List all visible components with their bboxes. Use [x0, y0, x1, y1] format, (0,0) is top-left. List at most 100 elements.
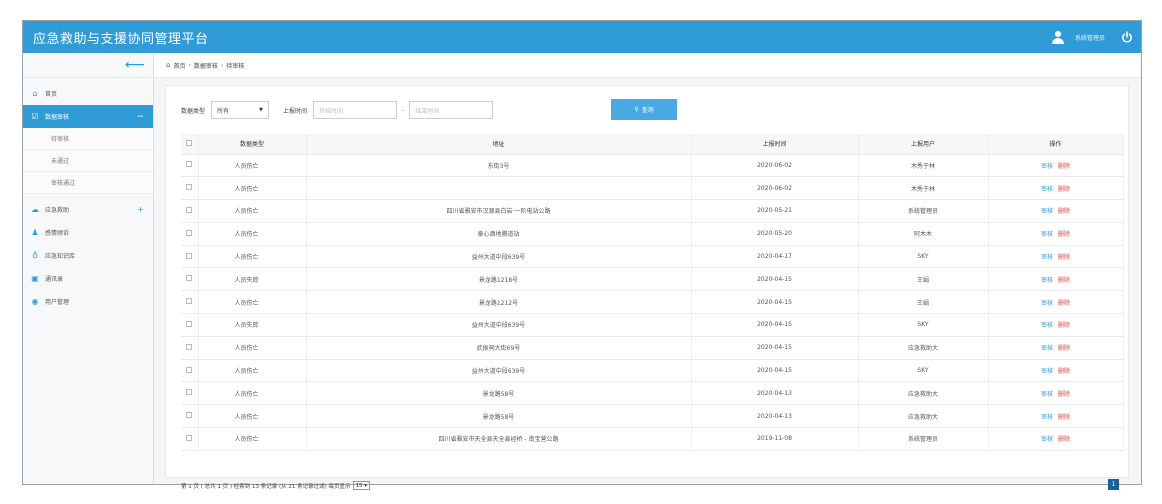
sidebar-item-data-review[interactable]: ☑ 数据审核 −	[23, 105, 153, 128]
delete-link[interactable]: 删除	[1058, 300, 1070, 307]
row-checkbox[interactable]	[181, 199, 199, 223]
cell-user: 王娟	[858, 290, 989, 315]
breadcrumb-home-icon: ⌂	[166, 61, 171, 69]
column-header-address[interactable]: 地址	[306, 134, 692, 155]
cell-type: 人员伤亡	[198, 290, 307, 315]
table-row: 人员失踪 益州大道中段639号 2020-04-15 SKY 审核 删除	[181, 313, 1124, 337]
expand-plus-icon[interactable]: +	[137, 205, 144, 214]
sidebar-item-label: 通讯录	[45, 276, 64, 283]
audit-link[interactable]: 审核	[1041, 208, 1053, 215]
audit-link[interactable]: 审核	[1041, 231, 1053, 238]
cell-type: 人员伤亡	[198, 381, 307, 406]
delete-link[interactable]: 删除	[1058, 322, 1070, 329]
cell-address: 武侯祠大街69号	[306, 336, 692, 360]
review-table: 数据类型 地址 上报时间 上报用户 操作 人员伤亡 东街3号 2020-06-02 木…	[181, 134, 1124, 451]
breadcrumb-home[interactable]: 首页	[173, 61, 185, 70]
sidebar-subitem-approved[interactable]: 审核通过	[23, 172, 153, 194]
table-row: 人员伤亡 景龙路58号 2020-04-13 应急救助大 审核 删除	[181, 381, 1124, 406]
search-icon: ⚲	[634, 106, 639, 113]
start-date-input[interactable]: 开始时间	[313, 101, 398, 119]
delete-link[interactable]: 删除	[1058, 414, 1070, 421]
audit-link[interactable]: 审核	[1041, 186, 1053, 193]
row-checkbox[interactable]	[181, 154, 199, 178]
audit-link[interactable]: 审核	[1041, 345, 1053, 352]
sidebar-item-label: 应急救助	[45, 207, 70, 214]
row-checkbox[interactable]	[181, 267, 199, 292]
cell-address: 益州大道中段639号	[306, 359, 692, 383]
breadcrumb-current: 待审核	[226, 62, 245, 70]
audit-link[interactable]: 审核	[1041, 414, 1053, 421]
row-checkbox[interactable]	[181, 222, 199, 246]
cell-user: 木秀于林	[858, 176, 989, 201]
table-row: 人员伤亡 景龙路1212号 2020-04-15 王娟 审核 删除	[181, 290, 1124, 315]
audit-link[interactable]: 审核	[1041, 254, 1053, 261]
delete-link[interactable]: 删除	[1058, 231, 1070, 238]
column-header-actions: 操作	[988, 134, 1124, 155]
cell-address: 四川省雅安市天全县天全县经桥 - 南宝营公路	[306, 427, 692, 451]
delete-link[interactable]: 删除	[1058, 391, 1070, 398]
delete-link[interactable]: 删除	[1058, 186, 1070, 193]
delete-link[interactable]: 删除	[1058, 368, 1070, 375]
row-checkbox[interactable]	[181, 313, 199, 337]
delete-link[interactable]: 删除	[1058, 254, 1070, 261]
delete-link[interactable]: 删除	[1058, 208, 1070, 215]
report-time-label: 上报时间	[283, 107, 308, 115]
row-checkbox[interactable]	[181, 404, 199, 429]
cell-address: 四川省雅安市汉源县白岩·一阶电站公路	[306, 199, 692, 223]
audit-link[interactable]: 审核	[1041, 277, 1053, 284]
cell-type: 人员伤亡	[198, 427, 307, 451]
column-header-user[interactable]: 上报用户	[858, 134, 989, 155]
audit-link[interactable]: 审核	[1041, 163, 1053, 170]
table-row: 人员伤亡 武侯祠大街69号 2020-04-15 应急救助大 审核 删除	[181, 336, 1124, 360]
sidebar-item-knowledge-base[interactable]: ♁ 应急知识库	[23, 244, 153, 267]
select-all-checkbox[interactable]	[181, 134, 199, 155]
audit-link[interactable]: 审核	[1041, 322, 1053, 329]
breadcrumb-level1[interactable]: 数据审核	[194, 61, 218, 70]
row-checkbox[interactable]	[181, 290, 199, 315]
delete-link[interactable]: 删除	[1058, 163, 1070, 170]
data-type-select[interactable]: 所有 ▼	[211, 101, 270, 119]
audit-link[interactable]: 审核	[1041, 436, 1053, 443]
user-circle-icon: ◉	[31, 297, 39, 306]
sidebar-item-user-management[interactable]: ◉ 用户管理	[23, 290, 153, 313]
row-checkbox[interactable]	[181, 336, 199, 360]
table-header-row: 数据类型 地址 上报时间 上报用户 操作	[181, 134, 1124, 155]
current-user-name[interactable]: 系统管理员	[1075, 33, 1105, 42]
cell-actions: 审核 删除	[988, 267, 1124, 292]
column-header-time[interactable]: 上报时间	[691, 134, 859, 155]
sidebar-item-contacts[interactable]: ▣ 通讯录	[23, 267, 153, 290]
cell-user: 应急救助大	[858, 404, 989, 429]
delete-link[interactable]: 删除	[1058, 277, 1070, 284]
power-icon[interactable]	[1121, 31, 1133, 43]
row-checkbox[interactable]	[181, 176, 199, 201]
page-button-current[interactable]: 1	[1108, 479, 1119, 490]
collapse-minus-icon[interactable]: −	[136, 112, 144, 122]
row-checkbox[interactable]	[181, 381, 199, 406]
breadcrumb: ⌂ 首页 › 数据审核 › 待审核	[154, 53, 1141, 78]
query-button[interactable]: ⚲ 查询	[611, 99, 677, 120]
table-row: 人员伤亡 景龙路58号 2020-04-13 应急救助大 审核 删除	[181, 404, 1124, 429]
cell-type: 人员伤亡	[198, 336, 307, 360]
audit-link[interactable]: 审核	[1041, 300, 1053, 307]
audit-link[interactable]: 审核	[1041, 391, 1053, 398]
sidebar-subitem-rejected[interactable]: 未通过	[23, 150, 153, 172]
row-checkbox[interactable]	[181, 359, 199, 383]
cell-type: 人员失踪	[198, 313, 307, 337]
column-header-type[interactable]: 数据类型	[198, 134, 307, 155]
row-checkbox[interactable]	[181, 245, 199, 269]
sidebar-item-emergency-rescue[interactable]: ☁ 应急救助 +	[23, 198, 153, 221]
page-size-select[interactable]: 15 ▾	[352, 481, 371, 490]
audit-link[interactable]: 审核	[1041, 368, 1053, 375]
book-icon: ▣	[31, 274, 39, 283]
cell-time: 2020-04-13	[691, 404, 859, 429]
collapse-sidebar-icon[interactable]: ⟵	[125, 58, 145, 72]
delete-link[interactable]: 删除	[1058, 436, 1070, 443]
user-avatar-icon[interactable]	[1051, 30, 1065, 44]
table-row: 人员伤亡 泰心酒地腾道站 2020-05-20 阿木木 审核 删除	[181, 222, 1124, 246]
end-date-input[interactable]: 结束时间	[409, 101, 494, 119]
sidebar-item-emotional-talk[interactable]: ♟ 感情倾诉	[23, 221, 153, 244]
row-checkbox[interactable]	[181, 427, 199, 451]
delete-link[interactable]: 删除	[1058, 345, 1070, 352]
sidebar-subitem-pending[interactable]: 待审核	[23, 128, 153, 150]
sidebar-item-home[interactable]: ⌂ 首页	[23, 82, 153, 105]
